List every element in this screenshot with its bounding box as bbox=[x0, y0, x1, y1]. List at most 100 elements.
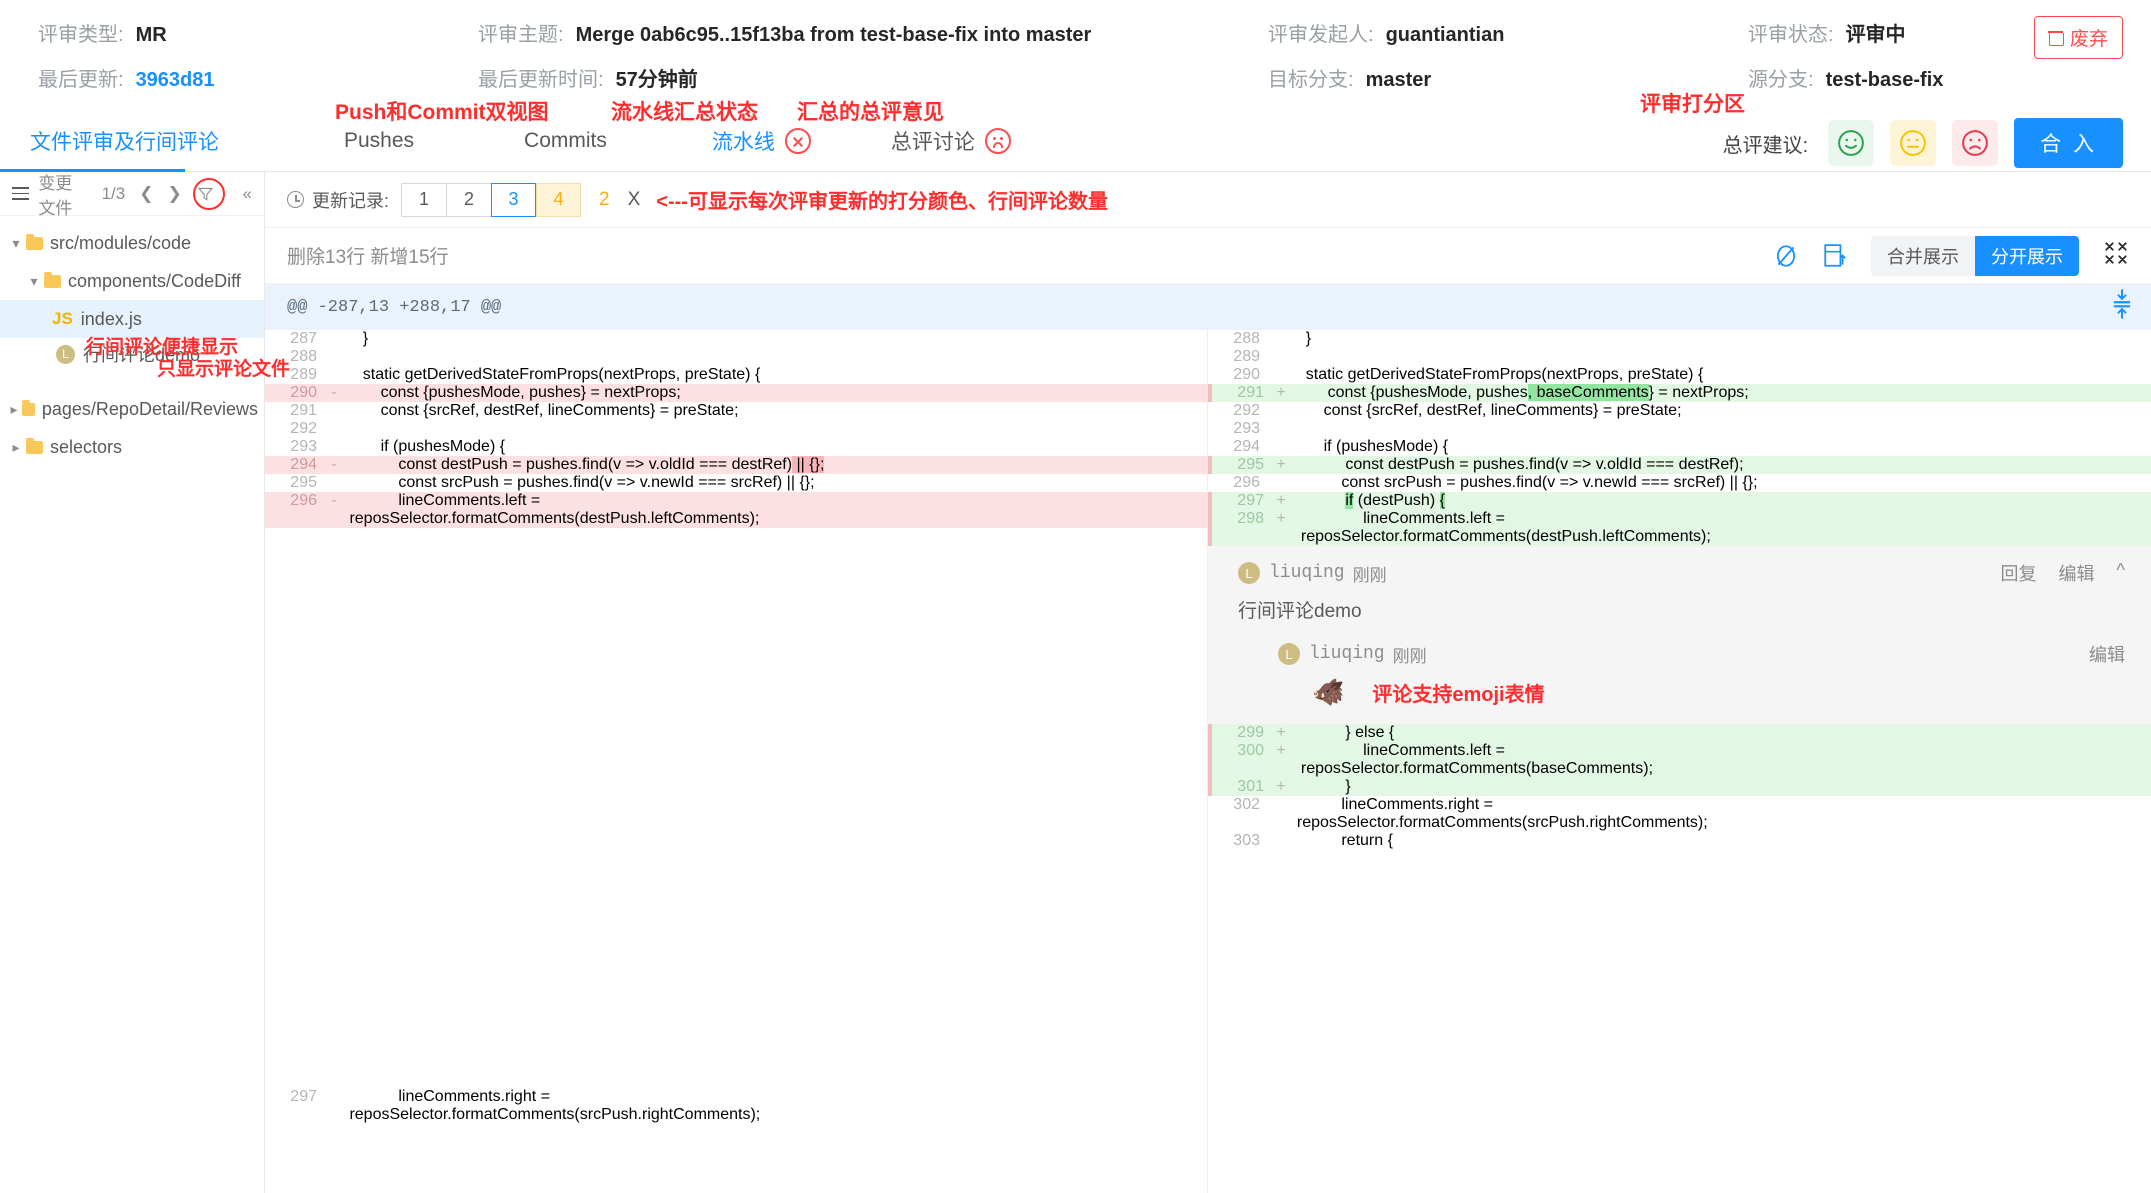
comment-edit-button[interactable]: 编辑 bbox=[2059, 560, 2095, 586]
discard-button[interactable]: 废弃 bbox=[2034, 16, 2123, 59]
line-number: 293 bbox=[1208, 420, 1266, 438]
line-number: 297 bbox=[1212, 492, 1270, 510]
field-review-author: 评审发起人: guantiantian bbox=[1268, 18, 1748, 47]
update-record-2[interactable]: 2 bbox=[446, 183, 491, 217]
code-row[interactable]: 289 bbox=[1208, 348, 2151, 366]
commit-hash-link[interactable]: 3963d81 bbox=[136, 69, 215, 92]
code-row[interactable]: 293 if (pushesMode) { bbox=[265, 438, 1207, 456]
hunk-range: @@ -287,13 +288,17 @@ bbox=[287, 298, 501, 317]
score-smile-button[interactable] bbox=[1828, 120, 1874, 166]
code-row[interactable]: 297 lineComments.right = reposSelector.f… bbox=[265, 1088, 1207, 1124]
hamburger-icon[interactable] bbox=[12, 187, 24, 200]
code-row[interactable]: 302 lineComments.right = reposSelector.f… bbox=[1208, 796, 2151, 832]
view-mode-merged[interactable]: 合并展示 bbox=[1871, 236, 1975, 276]
update-record-4[interactable]: 4 bbox=[536, 183, 581, 217]
line-content: } bbox=[1288, 330, 2151, 348]
diff-pane-new[interactable]: 288 } 289 290 static getDerivedStateFrom… bbox=[1208, 330, 2151, 1193]
file-counter: 1/3 bbox=[102, 184, 126, 204]
tree-folder-components-codediff[interactable]: ▾ components/CodeDiff bbox=[0, 262, 264, 300]
code-row-deleted[interactable]: 296 - lineComments.left = reposSelector.… bbox=[265, 492, 1207, 528]
code-row[interactable]: 288 bbox=[265, 348, 1207, 366]
collapse-arrows-icon[interactable] bbox=[2103, 240, 2129, 272]
main-body: 变更文件 1/3 ❮ ❯ « 只显示评论文件 行间评论便捷显示 ▾ sr bbox=[0, 172, 2151, 1193]
annotation-push-commit: Push和Commit双视图 bbox=[335, 96, 549, 126]
line-content: lineComments.right = reposSelector.forma… bbox=[345, 1088, 1207, 1124]
tree-item-label: components/CodeDiff bbox=[68, 271, 241, 292]
code-row[interactable]: 294 if (pushesMode) { bbox=[1208, 438, 2151, 456]
sad-face-icon bbox=[985, 128, 1011, 154]
no-whitespace-icon[interactable] bbox=[1773, 243, 1799, 269]
expand-updown-icon[interactable] bbox=[2111, 289, 2133, 325]
score-neutral-button[interactable] bbox=[1890, 120, 1936, 166]
chevron-up-icon[interactable]: ^ bbox=[2117, 560, 2125, 586]
line-number: 290 bbox=[1208, 366, 1266, 384]
tab-commits[interactable]: Commits bbox=[524, 129, 607, 153]
annotation-inline-comment-display: 行间评论便捷显示 bbox=[86, 332, 238, 359]
code-row[interactable]: 291 const {srcRef, destRef, lineComments… bbox=[265, 402, 1207, 420]
merge-button[interactable]: 合 入 bbox=[2014, 118, 2123, 168]
code-row[interactable]: 288 } bbox=[1208, 330, 2151, 348]
line-sign bbox=[1266, 348, 1288, 366]
tab-pipeline[interactable]: 流水线 bbox=[712, 126, 811, 156]
update-record-3[interactable]: 3 bbox=[491, 183, 536, 217]
update-record-close[interactable]: X bbox=[628, 189, 641, 211]
double-chevron-left-icon[interactable]: « bbox=[243, 184, 252, 204]
view-mode-split[interactable]: 分开展示 bbox=[1975, 236, 2079, 276]
smile-icon bbox=[1836, 128, 1866, 158]
line-number: 294 bbox=[1208, 438, 1266, 456]
field-review-type: 评审类型: MR bbox=[38, 18, 478, 47]
reply-edit-button[interactable]: 编辑 bbox=[2089, 641, 2125, 667]
tree-folder-selectors[interactable]: ▸ selectors bbox=[0, 428, 264, 466]
code-row-added[interactable]: 300 + lineComments.left = reposSelector.… bbox=[1208, 742, 2151, 778]
code-row[interactable]: 296 const srcPush = pushes.find(v => v.n… bbox=[1208, 474, 2151, 492]
chevron-right-icon: ▸ bbox=[8, 439, 24, 456]
file-jump-icon[interactable] bbox=[1823, 243, 1847, 269]
pane-spacer bbox=[265, 528, 1207, 1088]
code-row[interactable]: 287 } bbox=[265, 330, 1207, 348]
code-row-deleted[interactable]: 290 - const {pushesMode, pushes} = nextP… bbox=[265, 384, 1207, 402]
diff-pane-old[interactable]: 287 } 288 289 static getDerivedStateFrom… bbox=[265, 330, 1208, 1193]
annotation-emoji-support: 评论支持emoji表情 bbox=[1372, 678, 1544, 707]
tab-file-review[interactable]: 文件评审及行间评论 bbox=[30, 126, 219, 156]
reply-header: L liuqing 刚刚 编辑 bbox=[1248, 641, 2151, 667]
code-row-added[interactable]: 301 + } bbox=[1208, 778, 2151, 796]
tab-pushes[interactable]: Pushes bbox=[344, 129, 414, 153]
tab-summary-discussion[interactable]: 总评讨论 bbox=[891, 126, 1011, 156]
code-row-deleted[interactable]: 294 - const destPush = pushes.find(v => … bbox=[265, 456, 1207, 474]
line-content: lineComments.left = reposSelector.format… bbox=[1292, 510, 2151, 546]
discard-button-label: 废弃 bbox=[2070, 24, 2108, 51]
code-row[interactable]: 289 static getDerivedStateFromProps(next… bbox=[265, 366, 1207, 384]
annotation-pipeline-status: 流水线汇总状态 bbox=[611, 96, 758, 126]
code-row-added[interactable]: 295 + const destPush = pushes.find(v => … bbox=[1208, 456, 2151, 474]
field-value: guantiantian bbox=[1386, 24, 1505, 47]
line-number: 297 bbox=[265, 1088, 323, 1124]
code-row[interactable]: 303 return { bbox=[1208, 832, 2151, 850]
line-content: static getDerivedStateFromProps(nextProp… bbox=[1288, 366, 2151, 384]
code-row-added[interactable]: 298 + lineComments.left = reposSelector.… bbox=[1208, 510, 2151, 546]
update-record-1[interactable]: 1 bbox=[401, 183, 446, 217]
comment-reply-button[interactable]: 回复 bbox=[2001, 560, 2037, 586]
score-frown-button[interactable] bbox=[1952, 120, 1998, 166]
code-row-added[interactable]: 291 + const {pushesMode, pushes, baseCom… bbox=[1208, 384, 2151, 402]
code-row-added[interactable]: 299 + } else { bbox=[1208, 724, 2151, 742]
code-row[interactable]: 295 const srcPush = pushes.find(v => v.n… bbox=[265, 474, 1207, 492]
tree-folder-src-modules-code[interactable]: ▾ src/modules/code bbox=[0, 224, 264, 262]
line-sign bbox=[323, 438, 345, 456]
line-content: const srcPush = pushes.find(v => v.newId… bbox=[345, 474, 1207, 492]
filter-comment-files-button[interactable] bbox=[196, 181, 215, 207]
code-row-added[interactable]: 297 + if (destPush) { bbox=[1208, 492, 2151, 510]
chevron-left-icon[interactable]: ❮ bbox=[139, 184, 153, 204]
line-sign bbox=[323, 474, 345, 492]
code-row[interactable]: 290 static getDerivedStateFromProps(next… bbox=[1208, 366, 2151, 384]
code-row[interactable]: 293 bbox=[1208, 420, 2151, 438]
review-header: 评审类型: MR 评审主题: Merge 0ab6c95..15f13ba fr… bbox=[0, 0, 2151, 110]
diff-area: 更新记录: 1 2 3 4 2 X <---可显示每次评审更新的打分颜色、行间评… bbox=[265, 172, 2151, 1193]
line-number: 288 bbox=[265, 348, 323, 366]
tree-folder-pages-repodetail-reviews[interactable]: ▸ pages/RepoDetail/Reviews bbox=[0, 390, 264, 428]
score-label: 总评建议: bbox=[1723, 129, 1809, 158]
code-row[interactable]: 292 bbox=[265, 420, 1207, 438]
code-row[interactable]: 292 const {srcRef, destRef, lineComments… bbox=[1208, 402, 2151, 420]
diff-stats: 删除13行 新增15行 bbox=[287, 242, 1773, 269]
tab-label: Pushes bbox=[344, 129, 414, 153]
chevron-right-icon[interactable]: ❯ bbox=[167, 184, 181, 204]
